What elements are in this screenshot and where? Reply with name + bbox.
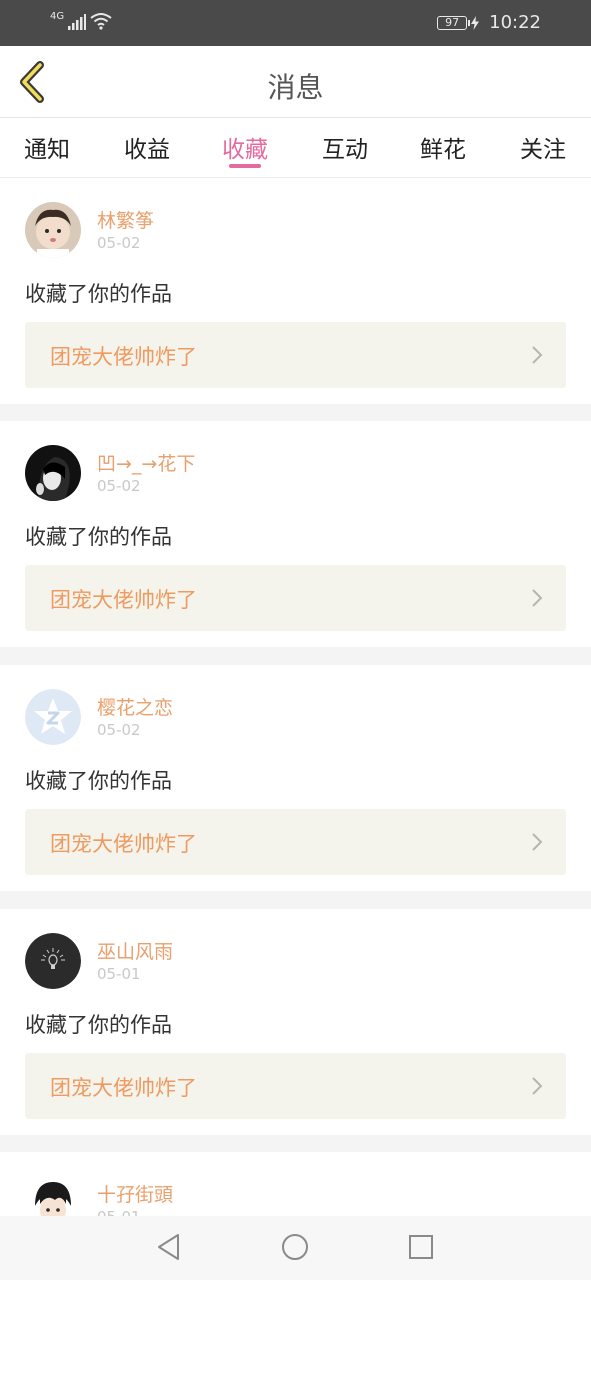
avatar[interactable]	[25, 445, 81, 501]
nav-recents-icon[interactable]	[406, 1232, 436, 1262]
tab-bar: 通知 收益 收藏 互动 鲜花 关注	[0, 118, 591, 178]
qq-star-avatar-icon	[25, 689, 81, 745]
username[interactable]: 樱花之恋	[97, 693, 173, 720]
dark-portrait-avatar-icon	[25, 445, 81, 501]
username[interactable]: 巫山风雨	[97, 937, 173, 964]
chevron-right-icon	[532, 1077, 543, 1095]
work-link[interactable]: 团宠大佬帅炸了	[25, 809, 566, 875]
system-nav-bar	[0, 1216, 591, 1280]
work-title: 团宠大佬帅炸了	[50, 832, 197, 856]
avatar[interactable]	[25, 202, 81, 258]
message-card: 林繁筝 05-02 收藏了你的作品 团宠大佬帅炸了	[0, 178, 591, 404]
battery-level: 97	[445, 15, 460, 29]
message-date: 05-02	[97, 721, 141, 739]
chevron-right-icon	[532, 589, 543, 607]
message-date: 05-01	[97, 965, 141, 983]
message-date: 05-02	[97, 477, 141, 495]
message-card: 凹→_→花下 05-02 收藏了你的作品 团宠大佬帅炸了	[0, 421, 591, 647]
work-link[interactable]: 团宠大佬帅炸了	[25, 565, 566, 631]
work-title: 团宠大佬帅炸了	[50, 345, 197, 369]
work-link[interactable]: 团宠大佬帅炸了	[25, 1053, 566, 1119]
message-date: 05-02	[97, 234, 141, 252]
action-text: 收藏了你的作品	[25, 525, 172, 549]
tab-follows[interactable]: 关注	[503, 130, 583, 164]
tab-interactions[interactable]: 互动	[305, 130, 385, 164]
action-text: 收藏了你的作品	[25, 1013, 172, 1037]
username[interactable]: 林繁筝	[97, 206, 154, 233]
message-card: 樱花之恋 05-02 收藏了你的作品 团宠大佬帅炸了	[0, 665, 591, 891]
battery-icon: 97	[437, 15, 471, 30]
username[interactable]: 凹→_→花下	[97, 449, 195, 476]
work-title: 团宠大佬帅炸了	[50, 1076, 197, 1100]
work-link[interactable]: 团宠大佬帅炸了	[25, 322, 566, 388]
charging-icon	[471, 15, 480, 30]
active-tab-indicator	[229, 164, 261, 168]
child-photo-avatar-icon	[25, 202, 81, 258]
tab-notifications[interactable]: 通知	[7, 130, 87, 164]
lightbulb-avatar-icon	[25, 933, 81, 989]
chevron-right-icon	[532, 833, 543, 851]
status-right: 97 10:22	[437, 12, 541, 33]
nav-home-icon[interactable]	[280, 1232, 310, 1262]
action-text: 收藏了你的作品	[25, 282, 172, 306]
tab-earnings[interactable]: 收益	[107, 130, 187, 164]
clock: 10:22	[489, 12, 541, 33]
app-header: 消息	[0, 46, 591, 118]
avatar[interactable]	[25, 933, 81, 989]
status-left: 4G	[50, 12, 112, 30]
page-title: 消息	[267, 71, 324, 104]
wifi-icon	[90, 13, 112, 30]
username[interactable]: 十孖街頭	[97, 1180, 173, 1207]
chevron-right-icon	[532, 346, 543, 364]
tab-flowers[interactable]: 鲜花	[403, 130, 483, 164]
tab-favorites[interactable]: 收藏	[205, 130, 285, 164]
network-type: 4G	[50, 11, 65, 22]
status-bar: 4G 97 10:22	[0, 0, 591, 46]
avatar[interactable]	[25, 689, 81, 745]
message-card: 巫山风雨 05-01 收藏了你的作品 团宠大佬帅炸了	[0, 909, 591, 1135]
signal-icon	[68, 14, 87, 30]
action-text: 收藏了你的作品	[25, 769, 172, 793]
nav-back-icon[interactable]	[154, 1232, 184, 1262]
work-title: 团宠大佬帅炸了	[50, 588, 197, 612]
